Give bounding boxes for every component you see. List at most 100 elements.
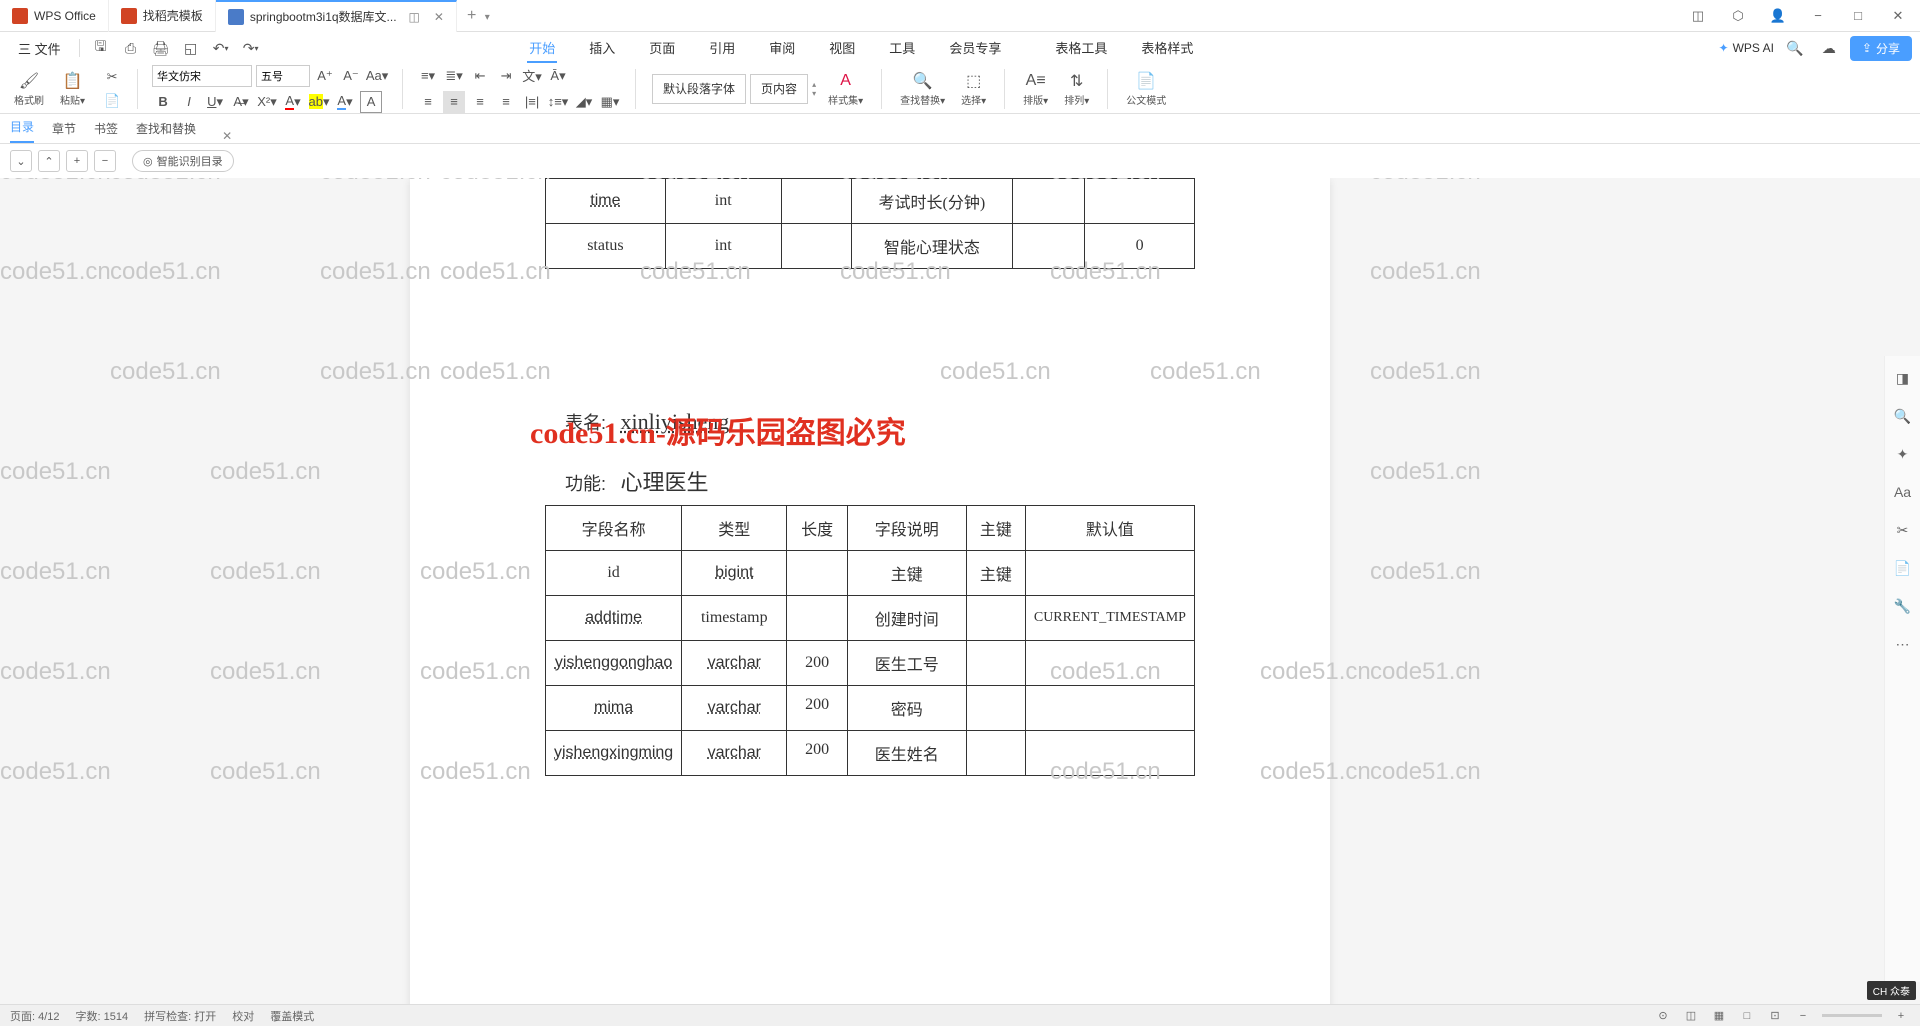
nav-tab-findreplace[interactable]: 查找和替换 (136, 120, 196, 143)
select-button[interactable]: ⬚ 选择▾ (957, 70, 990, 107)
menu-tab-view[interactable]: 视图 (827, 34, 857, 63)
sort-button[interactable]: ⇅ 排列▾ (1060, 70, 1093, 107)
print-icon[interactable]: ⎙ (118, 35, 144, 61)
nav-expand-icon[interactable]: ⌄ (10, 150, 32, 172)
numbering-icon[interactable]: ≣▾ (443, 65, 465, 87)
highlight-icon[interactable]: ab▾ (308, 91, 330, 113)
decrease-indent-icon[interactable]: ⇤ (469, 65, 491, 87)
bold-icon[interactable]: B (152, 91, 174, 113)
menu-tab-member[interactable]: 会员专享 (947, 34, 1003, 63)
minimize-button[interactable]: − (1804, 2, 1832, 30)
nav-tab-toc[interactable]: 目录 (10, 118, 34, 143)
sidebar-clip-icon[interactable]: ✂ (1891, 518, 1915, 542)
font-color-icon[interactable]: A▾ (282, 91, 304, 113)
menu-tab-tabletools[interactable]: 表格工具 (1053, 34, 1109, 63)
fill-color-icon[interactable]: ◢▾ (573, 91, 595, 113)
find-replace-button[interactable]: 🔍 查找替换▾ (896, 70, 949, 107)
status-words[interactable]: 字数: 1514 (76, 1008, 129, 1024)
redo-icon[interactable]: ↷▾ (238, 35, 264, 61)
sidebar-ai-icon[interactable]: ✦ (1891, 442, 1915, 466)
nav-tab-chapter[interactable]: 章节 (52, 120, 76, 143)
sidebar-tool-icon[interactable]: 🔧 (1891, 594, 1915, 618)
app-tab-wps[interactable]: WPS Office (0, 0, 109, 32)
size-select[interactable] (256, 65, 310, 87)
zoom-out-icon[interactable]: − (1794, 1007, 1812, 1025)
status-page[interactable]: 页面: 4/12 (10, 1008, 60, 1024)
format-painter-button[interactable]: 🖌 格式刷 (10, 70, 48, 107)
app-tab-template[interactable]: 找稻壳模板 (109, 0, 216, 32)
file-menu[interactable]: 三 文件 (8, 37, 71, 60)
smart-toc-button[interactable]: ◎ 智能识别目录 (132, 150, 234, 172)
view-icon-4[interactable]: □ (1738, 1007, 1756, 1025)
paste-button[interactable]: 📋 粘贴▾ (56, 70, 89, 107)
view-icon-5[interactable]: ⊡ (1766, 1007, 1784, 1025)
view-icon-1[interactable]: ⊙ (1654, 1007, 1672, 1025)
styles-set-button[interactable]: A 样式集▾ (824, 70, 867, 107)
cut-icon[interactable]: ✂ (101, 66, 123, 88)
style-page-content[interactable]: 页内容 (750, 74, 808, 104)
increase-indent-icon[interactable]: ⇥ (495, 65, 517, 87)
app-tab-document[interactable]: springbootm3i1q数据库文... ◫ ✕ (216, 0, 457, 32)
menu-tab-start[interactable]: 开始 (527, 34, 557, 63)
style-up-icon[interactable]: ▴ (812, 80, 816, 89)
align-distribute-icon[interactable]: Ā▾ (547, 65, 569, 87)
align-right-icon[interactable]: ≡ (469, 91, 491, 113)
char-border-icon[interactable]: A (360, 91, 382, 113)
zoom-slider[interactable] (1822, 1014, 1882, 1017)
italic-icon[interactable]: I (178, 91, 200, 113)
sidebar-more-icon[interactable]: ⋯ (1891, 632, 1915, 656)
close-tab-icon[interactable]: ✕ (434, 10, 444, 24)
bullets-icon[interactable]: ≡▾ (417, 65, 439, 87)
preview-icon[interactable]: 🖨 (148, 35, 174, 61)
arrange-button[interactable]: A≡ 排版▾ (1019, 70, 1052, 107)
menu-tab-tools[interactable]: 工具 (887, 34, 917, 63)
print2-icon[interactable]: ◱ (178, 35, 204, 61)
nav-up-icon[interactable]: ⌃ (38, 150, 60, 172)
add-tab-button[interactable]: + ▾ (457, 7, 500, 25)
menu-tab-page[interactable]: 页面 (647, 34, 677, 63)
font-select[interactable] (152, 65, 252, 87)
undo-icon[interactable]: ↶▾ (208, 35, 234, 61)
tab-options-icon[interactable]: ◫ (409, 10, 420, 24)
shading-icon[interactable]: A▾ (334, 91, 356, 113)
copy-icon[interactable]: 📄 (101, 90, 123, 112)
package-icon[interactable]: ⬡ (1724, 2, 1752, 30)
strikethrough-icon[interactable]: A̶▾ (230, 91, 252, 113)
close-window-button[interactable]: ✕ (1884, 2, 1912, 30)
nav-close-icon[interactable]: ✕ (222, 129, 232, 143)
sidebar-search-icon[interactable]: 🔍 (1891, 404, 1915, 428)
text-direction-icon[interactable]: 文▾ (521, 65, 543, 87)
search-icon[interactable]: 🔍 (1782, 35, 1808, 61)
menu-tab-insert[interactable]: 插入 (587, 34, 617, 63)
status-proofread[interactable]: 校对 (232, 1008, 254, 1024)
align-justify-icon[interactable]: ≡ (495, 91, 517, 113)
decrease-font-icon[interactable]: A⁻ (340, 65, 362, 87)
menu-tab-review[interactable]: 审阅 (767, 34, 797, 63)
increase-font-icon[interactable]: A⁺ (314, 65, 336, 87)
zoom-in-icon[interactable]: + (1892, 1007, 1910, 1025)
align-left-icon[interactable]: ≡ (417, 91, 439, 113)
sidebar-doc-icon[interactable]: 📄 (1891, 556, 1915, 580)
sidebar-toggle-icon[interactable]: ◨ (1891, 366, 1915, 390)
menu-tab-reference[interactable]: 引用 (707, 34, 737, 63)
superscript-icon[interactable]: X²▾ (256, 91, 278, 113)
view-icon-3[interactable]: ▦ (1710, 1007, 1728, 1025)
nav-add-icon[interactable]: + (66, 150, 88, 172)
maximize-button[interactable]: □ (1844, 2, 1872, 30)
avatar-icon[interactable]: 👤 (1764, 2, 1792, 30)
gov-mode-button[interactable]: 📄 公文模式 (1122, 70, 1170, 107)
wps-ai-button[interactable]: ✦ WPS AI (1719, 41, 1774, 55)
line-spacing-icon[interactable]: ↕≡▾ (547, 91, 569, 113)
cloud-icon[interactable]: ☁ (1816, 35, 1842, 61)
status-overtype[interactable]: 覆盖模式 (270, 1008, 314, 1024)
share-button[interactable]: ⇪ 分享 (1850, 36, 1912, 61)
nav-tab-bookmark[interactable]: 书签 (94, 120, 118, 143)
status-spellcheck[interactable]: 拼写检查: 打开 (144, 1008, 216, 1024)
style-down-icon[interactable]: ▾ (812, 89, 816, 98)
style-default[interactable]: 默认段落字体 (652, 74, 746, 104)
change-case-icon[interactable]: Aa▾ (366, 65, 388, 87)
document-page[interactable]: time int 考试时长(分钟) status int 智能心理状态 0 (410, 178, 1330, 1004)
menu-tab-tablestyle[interactable]: 表格样式 (1139, 34, 1195, 63)
distribute-icon[interactable]: |≡| (521, 91, 543, 113)
align-center-icon[interactable]: ≡ (443, 91, 465, 113)
